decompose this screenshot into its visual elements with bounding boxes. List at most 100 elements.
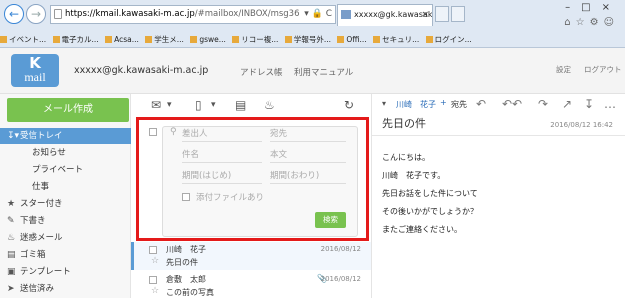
- forward-button[interactable]: →: [26, 4, 46, 24]
- mail-body-line: その後いかがでしょうか？: [382, 207, 478, 216]
- chevron-down-icon[interactable]: ▾: [211, 100, 216, 110]
- sidebar-item-label: 受信トレイ: [20, 131, 63, 141]
- address-bar-icons[interactable]: ▾ 🔒 C: [304, 6, 332, 23]
- browser-toolbar-icons[interactable]: ⌂☆⚙☺: [564, 17, 619, 28]
- message-date: 2016/08/12: [320, 245, 361, 253]
- favorite-item[interactable]: リコー複...: [232, 32, 278, 47]
- star-icon[interactable]: ☆: [151, 286, 159, 296]
- sidebar-item-label: 迷惑メール: [20, 233, 63, 243]
- address-bar[interactable]: https://kmail.kawasaki-m.ac.jp/#mailbox/…: [50, 5, 336, 24]
- favorite-item[interactable]: セキュリ...: [373, 32, 419, 47]
- list-toolbar: ✉ ▾ ▯ ▾ ▤ ♨ ↻: [131, 94, 371, 116]
- favorite-label: ログイン...: [434, 35, 472, 44]
- favorite-icon: [190, 36, 198, 43]
- mark-read-icon[interactable]: ✉: [151, 98, 161, 112]
- mail-date: 2016/08/12 16:42: [550, 121, 613, 129]
- message-date: 2016/08/12: [320, 275, 361, 283]
- tab-favicon-icon: [341, 10, 351, 19]
- template-icon: ▣: [7, 267, 16, 277]
- flame-icon: ♨: [7, 233, 16, 243]
- message-checkbox[interactable]: [149, 246, 157, 254]
- refresh-icon[interactable]: ↻: [344, 98, 354, 112]
- address-book-link[interactable]: アドレス帳: [240, 66, 283, 78]
- app-header: K mail xxxxx@gk.kawasaki-m.ac.jp アドレス帳 利…: [0, 48, 625, 94]
- back-button[interactable]: ←: [4, 4, 24, 24]
- reply-all-icon[interactable]: ↶↶: [502, 97, 522, 111]
- favorite-label: リコー複...: [241, 35, 279, 44]
- highlight-box: [136, 117, 369, 241]
- favorite-label: 学生メ...: [154, 35, 184, 44]
- favorite-label: Offi...: [346, 35, 367, 44]
- sidebar-item-templates[interactable]: ▣ テンプレート: [0, 264, 131, 280]
- from-name[interactable]: 川崎 花子: [396, 99, 436, 110]
- favorite-icon: [52, 36, 60, 43]
- logo-text: mail: [24, 70, 46, 84]
- sidebar-item-work[interactable]: 仕事: [0, 179, 131, 195]
- favorite-icon: [232, 36, 240, 43]
- favorite-icon: [145, 36, 153, 43]
- favorite-icon: [0, 36, 7, 43]
- tab-close-icon[interactable]: ×: [421, 5, 429, 25]
- favorite-item[interactable]: Offi...: [337, 32, 367, 47]
- favorite-item[interactable]: 学生メ...: [145, 32, 184, 47]
- favorite-item[interactable]: 電子カル...: [52, 32, 99, 47]
- message-sender: 倉敷 太郎: [166, 275, 206, 284]
- browser-tab[interactable]: xxxxx@gk.kawasaki-m.ac.jp ×: [337, 4, 433, 26]
- add-contact-icon[interactable]: +: [440, 98, 447, 107]
- reply-icon[interactable]: ↶: [476, 97, 486, 111]
- favorite-item[interactable]: 学報号外...: [284, 32, 331, 47]
- favorite-label: イベント...: [9, 35, 47, 44]
- spam-icon[interactable]: ♨: [264, 98, 275, 112]
- message-row[interactable]: 川崎 花子 2016/08/12 ☆ 先日の件: [131, 242, 371, 270]
- sidebar-item-label: 送信済み: [20, 284, 55, 294]
- window-controls[interactable]: –□×: [565, 2, 621, 13]
- recipient-label: 宛先: [451, 100, 467, 109]
- sidebar-item-private[interactable]: プライベート: [0, 162, 131, 178]
- kmail-logo[interactable]: K mail: [11, 54, 59, 87]
- tab-list-button[interactable]: [451, 6, 465, 22]
- chevron-down-icon[interactable]: ▾: [382, 99, 386, 108]
- sidebar-item-label: プライベート: [32, 165, 84, 175]
- manual-link[interactable]: 利用マニュアル: [294, 66, 353, 78]
- sidebar-item-label: 下書き: [20, 216, 46, 226]
- new-tab-button[interactable]: [435, 6, 449, 22]
- move-folder-icon[interactable]: ▯: [195, 98, 202, 112]
- sidebar-item-drafts[interactable]: ✎ 下書き: [0, 213, 131, 229]
- sidebar-item-starred[interactable]: ★ スター付き: [0, 196, 131, 212]
- delete-icon[interactable]: ▤: [235, 98, 246, 112]
- sidebar-item-spam[interactable]: ♨ 迷惑メール: [0, 230, 131, 246]
- settings-link[interactable]: 設定: [556, 64, 571, 75]
- favorite-item[interactable]: gswe...: [190, 32, 226, 47]
- popout-icon[interactable]: ↗: [562, 97, 572, 111]
- compose-button[interactable]: メール作成: [7, 98, 129, 122]
- download-icon[interactable]: ↧: [584, 97, 594, 111]
- sidebar-item-label: 仕事: [32, 182, 50, 192]
- logout-link[interactable]: ログアウト: [584, 64, 622, 75]
- sidebar-item-sent[interactable]: ➤ 送信済み: [0, 281, 131, 297]
- user-email: xxxxx@gk.kawasaki-m.ac.jp: [74, 65, 209, 76]
- chevron-down-icon[interactable]: ▾: [167, 100, 172, 110]
- sidebar-item-notices[interactable]: お知らせ: [0, 145, 131, 161]
- reading-pane: ▾ 川崎 花子 + 宛先 ↶ ↶↶ ↷ ↗ ↧ … 先日の件 2016/08/1…: [371, 94, 625, 298]
- favorite-item[interactable]: ログイン...: [425, 32, 472, 47]
- forward-icon[interactable]: ↷: [538, 97, 548, 111]
- url-path: /#mailbox/INBOX/msg36: [194, 9, 300, 19]
- sidebar-item-label: スター付き: [20, 199, 63, 209]
- favorite-item[interactable]: イベント...: [0, 32, 46, 47]
- message-row[interactable]: 倉敷 太郎 📎 2016/08/12 ☆ この前の写真: [131, 272, 371, 300]
- sidebar-item-inbox[interactable]: ↧▾ 受信トレイ: [0, 128, 131, 144]
- sidebar: メール作成 ↧▾ 受信トレイ お知らせ プライベート 仕事 ★ スター付き ✎ …: [0, 94, 131, 298]
- sidebar-item-label: ゴミ箱: [20, 250, 46, 260]
- more-icon[interactable]: …: [604, 97, 616, 111]
- favorite-item[interactable]: Acsa...: [105, 32, 139, 47]
- sidebar-item-trash[interactable]: ▤ ゴミ箱: [0, 247, 131, 263]
- star-icon[interactable]: ☆: [151, 256, 159, 266]
- message-checkbox[interactable]: [149, 276, 157, 284]
- page-icon: [54, 9, 62, 19]
- favorites-bar: イベント... 電子カル... Acsa... 学生メ... gswe... リ…: [0, 32, 625, 48]
- star-icon: ★: [7, 199, 16, 209]
- mail-body-line: こんにちは。: [382, 153, 430, 162]
- mail-body-line: 先日お話をした件について: [382, 189, 478, 198]
- browser-chrome: ← → https://kmail.kawasaki-m.ac.jp/#mail…: [0, 0, 625, 48]
- favorite-icon: [105, 36, 113, 43]
